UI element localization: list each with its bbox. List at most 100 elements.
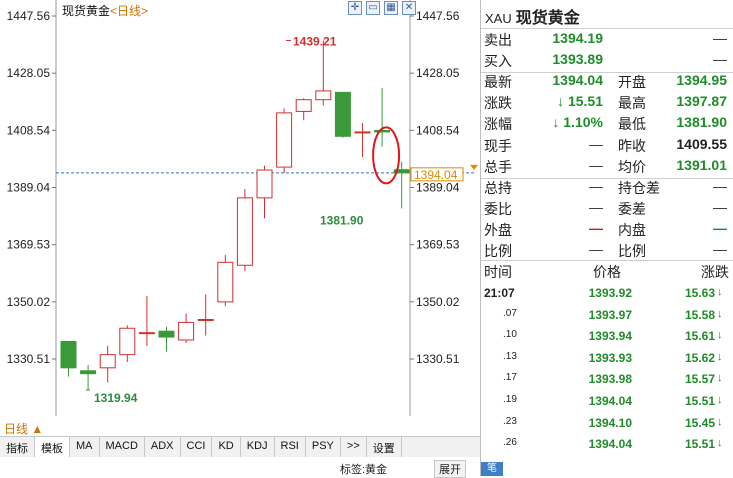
- candlestick-chart-svg[interactable]: 1447.56 1447.56 1428.05 1428.05 1408.54 1408.…: [0, 0, 480, 420]
- indicator-tab[interactable]: KD: [212, 437, 241, 457]
- quote-label-right: 比例: [618, 243, 646, 259]
- quote-row: 总手 — 均价 1391.01: [481, 157, 733, 178]
- candle-body: [138, 332, 155, 335]
- close-icon[interactable]: ✕: [402, 1, 416, 15]
- tick-price: 1393.98: [588, 372, 632, 387]
- candle-body: [99, 354, 116, 369]
- y-tick-label-left: 1389.04: [7, 180, 51, 194]
- y-tick-label-left: 1330.51: [7, 352, 51, 366]
- candle-body: [80, 370, 97, 375]
- quote-row: 最新 1394.04 开盘 1394.95: [481, 72, 733, 93]
- down-arrow-icon: ↓: [717, 286, 723, 298]
- tick-change: 15.61: [684, 329, 715, 344]
- quote-value-right: —: [713, 177, 727, 194]
- indicator-tab[interactable]: ADX: [145, 437, 181, 457]
- y-tick-label-left: 1350.02: [7, 295, 51, 309]
- window-icon[interactable]: ▭: [366, 1, 380, 15]
- period-bar: 日线 ▲: [0, 420, 480, 436]
- quote-value-left: ↓ 15.51: [557, 93, 603, 110]
- side-tab[interactable]: 笔: [481, 462, 503, 476]
- quote-value-right: —: [713, 51, 727, 68]
- quote-label-right: 内盘: [618, 221, 646, 238]
- min-price-annotation: 1319.94: [94, 391, 138, 405]
- quote-label-left: 外盘: [484, 221, 512, 238]
- quote-row: 涨幅 ↓ 1.10% 最低 1381.90: [481, 114, 733, 135]
- expand-icon[interactable]: ✛: [348, 1, 362, 15]
- quote-value-right: 1394.95: [676, 72, 727, 89]
- candle-body: [217, 261, 234, 303]
- tick-row: .13 1393.93 15.62 ↓: [481, 351, 733, 372]
- indicator-tab[interactable]: 指标: [0, 437, 35, 457]
- indicator-tab[interactable]: 设置: [367, 437, 402, 457]
- down-arrow-icon: ↓: [717, 329, 723, 342]
- tick-price: 1394.10: [588, 415, 632, 430]
- tick-change: 15.63: [684, 286, 715, 300]
- candle-body: [315, 90, 332, 101]
- chart-toolbar: ✛ ▭ ▦ ✕: [348, 1, 416, 15]
- candle-body: [178, 321, 195, 341]
- quote-label-left: 总手: [484, 158, 512, 175]
- period-tab[interactable]: 日线 ▲: [4, 420, 43, 437]
- current-price-label: 1394.04: [414, 168, 458, 182]
- indicator-tab[interactable]: KDJ: [241, 437, 275, 457]
- y-tick-label-right: 1330.51: [416, 352, 460, 366]
- tick-time: .07: [503, 307, 517, 319]
- candle-body: [295, 99, 312, 112]
- quote-label-right: 昨收: [618, 137, 646, 154]
- quote-label-left: 比例: [484, 243, 512, 259]
- tick-time: 21:07: [484, 286, 515, 300]
- tick-row: .07 1393.97 15.58 ↓: [481, 308, 733, 329]
- quote-label-right: 最高: [618, 95, 646, 112]
- high-price-annotation: 1439.21: [293, 34, 337, 48]
- expand-button[interactable]: 展开: [434, 460, 466, 478]
- indicator-tab[interactable]: PSY: [306, 437, 341, 457]
- tick-time: .19: [503, 394, 517, 405]
- tick-row: .19 1394.04 15.51 ↓: [481, 394, 733, 415]
- candle-body: [374, 129, 391, 133]
- tick-price: 1393.92: [588, 286, 632, 300]
- tick-row: .17 1393.98 15.57 ↓: [481, 372, 733, 393]
- quote-row: 外盘 — 内盘 —: [481, 220, 733, 241]
- indicator-tab[interactable]: CCI: [181, 437, 213, 457]
- tick-time: .17: [503, 372, 517, 384]
- quote-value-right: —: [713, 198, 727, 215]
- quote-row: 委比 — 委差 —: [481, 199, 733, 220]
- y-tick-label-left: 1447.56: [7, 9, 51, 23]
- tick-change: 15.58: [684, 307, 715, 322]
- quote-label-left: 现手: [484, 137, 512, 154]
- quote-label-left: 买入: [484, 53, 512, 70]
- candle-body: [256, 169, 273, 199]
- indicator-tab[interactable]: >>: [341, 437, 367, 457]
- quote-value-right: 1381.90: [676, 114, 727, 131]
- tick-time: .23: [503, 415, 517, 427]
- col-time: 时间: [484, 264, 512, 280]
- highlight-ellipse: [372, 126, 401, 185]
- candle-body: [276, 112, 293, 168]
- y-tick-label-right: 1428.05: [416, 66, 460, 80]
- quote-label-right: 委差: [618, 200, 646, 217]
- chart-title: 现货黄金<日线>: [62, 2, 148, 19]
- indicator-tab[interactable]: RSI: [275, 437, 306, 457]
- price-marker-icon: [470, 164, 478, 170]
- kline-chart[interactable]: 1447.56 1447.56 1428.05 1428.05 1408.54 1408.…: [0, 0, 480, 478]
- indicator-tab[interactable]: MACD: [100, 437, 145, 457]
- chart-icon[interactable]: ▦: [384, 1, 398, 15]
- quote-value-left: 1394.04: [552, 72, 603, 89]
- quote-label-left: 最新: [484, 74, 512, 91]
- y-tick-label-right: 1350.02: [416, 295, 460, 309]
- down-arrow-icon: ↓: [717, 394, 723, 406]
- down-arrow-icon: ↓: [717, 437, 723, 450]
- tick-time: .10: [503, 329, 517, 341]
- candle-body: [354, 131, 371, 134]
- candle-body: [119, 327, 136, 356]
- quote-value-right: —: [713, 219, 727, 236]
- down-arrow-icon: ↓: [717, 372, 723, 385]
- tick-price: 1394.04: [588, 394, 632, 408]
- indicator-tab[interactable]: 模板: [35, 437, 70, 457]
- candle-body: [197, 318, 214, 321]
- indicator-tab[interactable]: MA: [70, 437, 100, 457]
- y-tick-label-left: 1369.53: [7, 238, 51, 252]
- tick-change: 15.51: [684, 437, 715, 452]
- quote-value-left: —: [589, 241, 603, 257]
- tick-price: 1393.94: [588, 329, 632, 344]
